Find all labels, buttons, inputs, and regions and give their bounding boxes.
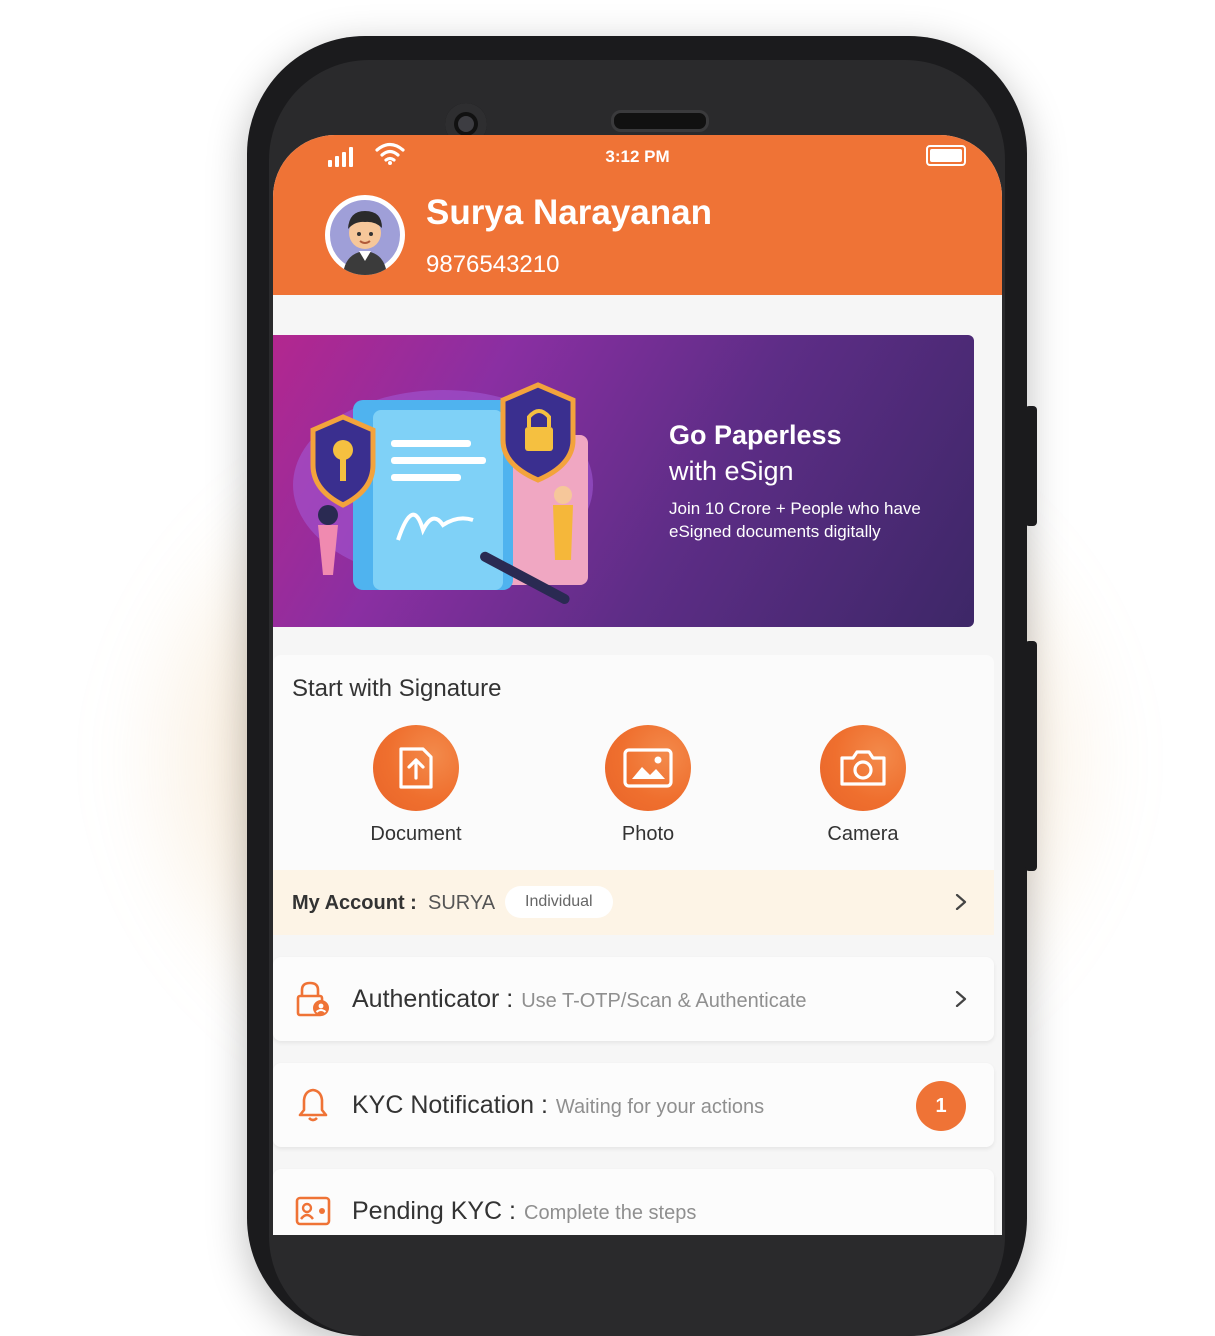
authenticator-desc: Use T-OTP/Scan & Authenticate — [521, 990, 807, 1012]
account-label: My Account : — [292, 892, 417, 914]
battery-icon — [926, 145, 966, 166]
photo-action[interactable]: Photo — [568, 725, 728, 846]
document-action[interactable]: Document — [336, 725, 496, 846]
status-bar: 3:12 PM — [273, 135, 1002, 175]
kyc-notification-desc: Waiting for your actions — [555, 1096, 765, 1118]
chevron-right-icon — [955, 991, 967, 1007]
promo-banner[interactable]: Go Paperless with eSign Join 10 Crore + … — [273, 335, 974, 627]
lock-user-icon — [296, 981, 329, 1017]
banner-subtitle: Join 10 Crore + People who have eSigned … — [669, 499, 921, 541]
account-value: SURYA — [428, 892, 496, 914]
signature-title: Start with Signature — [292, 675, 502, 702]
status-time: 3:12 PM — [605, 147, 670, 166]
notification-count-badge: 1 — [916, 1081, 966, 1131]
kyc-notification-item[interactable]: KYC Notification : Waiting for your actio… — [273, 1063, 994, 1147]
account-type-badge: Individual — [505, 886, 613, 918]
power-button — [1025, 641, 1037, 871]
app-screen: 3:12 PM Surya Narayanan 9876543210 Go Pa… — [273, 135, 1002, 1235]
profile-header: 3:12 PM Surya Narayanan 9876543210 — [273, 135, 1002, 295]
photo-icon — [623, 748, 673, 788]
esign-illustration — [293, 382, 593, 605]
document-label: Document — [370, 823, 462, 845]
id-card-icon — [295, 1196, 331, 1226]
my-account-row[interactable]: My Account : SURYA Individual — [273, 870, 994, 935]
user-name: Surya Narayanan — [426, 193, 712, 232]
camera-label: Camera — [827, 823, 899, 845]
document-upload-icon — [399, 747, 433, 789]
camera-icon — [840, 750, 886, 786]
signature-card: Start with Signature Document Photo Came… — [273, 655, 994, 870]
pending-kyc-item[interactable]: Pending KYC : Complete the steps — [273, 1169, 994, 1235]
camera-action[interactable]: Camera — [783, 725, 943, 846]
kyc-notification-label: KYC Notification : Waiting for your actio… — [352, 1091, 765, 1119]
authenticator-item[interactable]: Authenticator : Use T-OTP/Scan & Authenti… — [273, 957, 994, 1041]
avatar[interactable] — [325, 195, 405, 275]
pending-kyc-label: Pending KYC : Complete the steps — [352, 1197, 697, 1225]
user-phone: 9876543210 — [426, 251, 560, 278]
chevron-right-icon — [955, 894, 967, 910]
volume-up-button — [1025, 406, 1037, 526]
photo-label: Photo — [621, 823, 675, 845]
earpiece-speaker — [611, 110, 709, 132]
authenticator-label: Authenticator : Use T-OTP/Scan & Authenti… — [352, 985, 807, 1013]
banner-title: Go Paperless with eSign — [669, 420, 842, 486]
bell-icon — [298, 1088, 328, 1122]
pending-kyc-desc: Complete the steps — [524, 1202, 697, 1224]
